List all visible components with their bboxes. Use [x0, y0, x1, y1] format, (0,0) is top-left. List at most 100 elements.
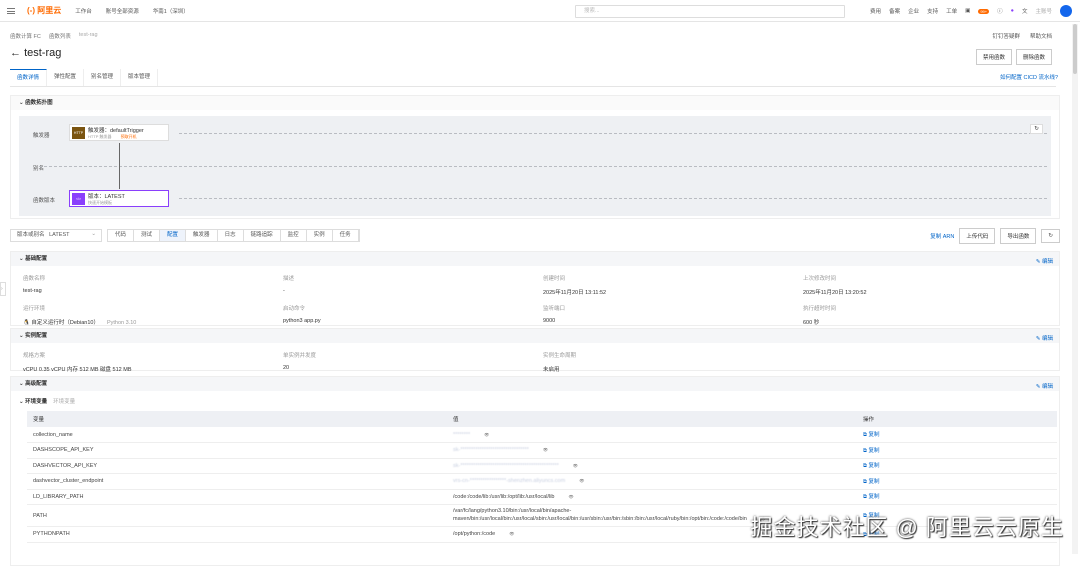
tab-aliases[interactable]: 别名管理 — [84, 69, 122, 86]
trigger-node[interactable]: HTTP 触发器：defaultTrigger HTTP 触发器 预取开机 — [69, 124, 169, 141]
subtab-test[interactable]: 测试 — [134, 230, 161, 241]
field-label: 规格方案 — [23, 353, 46, 359]
nav-enterprise[interactable]: 企业 — [908, 7, 919, 15]
http-icon: HTTP — [72, 126, 85, 139]
help-docs-link[interactable]: 帮助文档 — [1030, 32, 1052, 40]
edit-basic-button[interactable]: ✎ 编辑 — [1036, 255, 1053, 269]
scrollbar[interactable] — [1072, 24, 1078, 554]
env-key: collection_name — [27, 427, 447, 443]
refresh-button[interactable]: ↻ — [1041, 228, 1060, 243]
field-value: test-rag — [23, 288, 283, 294]
language-icon[interactable]: 文 — [1022, 7, 1028, 15]
eye-icon[interactable]: 👁 — [543, 447, 548, 452]
tab-bar: 函数详情 弹性配置 别名管理 版本管理 — [10, 69, 1056, 87]
nav-fees[interactable]: 费用 — [870, 7, 881, 15]
search-input[interactable]: 搜索... — [575, 5, 845, 18]
account-label[interactable]: 主账号 — [1035, 7, 1052, 15]
export-function-button[interactable]: 导出函数 — [1000, 227, 1037, 244]
eye-icon[interactable]: 👁 — [579, 478, 584, 483]
notification-badge[interactable]: 99+ — [978, 8, 990, 14]
instance-field-0: 规格方案 vCPU 0.35 vCPU 内存 512 MB 磁盘 512 MB — [23, 348, 283, 378]
eye-icon[interactable]: 👁 — [484, 432, 489, 437]
field-label: 监听端口 — [543, 306, 566, 312]
field-value: 600 秒 — [803, 318, 1063, 326]
basic-config-section: ⌄ 基础配置 ✎ 编辑 函数名称 test-rag 描述 - 创建时间 2025年11月20… — [10, 251, 1060, 326]
menu-icon[interactable] — [7, 7, 15, 14]
breadcrumb-current: test-rag — [78, 32, 98, 38]
copy-arn-link[interactable]: 复制 ARN — [930, 232, 954, 240]
field-value-text: 自定义运行时（Debian10） — [31, 320, 99, 326]
watermark: 掘金技术社区 @ 阿里云云原生 — [750, 515, 1064, 540]
env-key: dashvector_cluster_endpoint — [27, 473, 447, 490]
edit-instance-button[interactable]: ✎ 编辑 — [1036, 332, 1053, 346]
breadcrumb-functions[interactable]: 函数列表 — [49, 32, 71, 40]
version-alias-select[interactable]: 版本或别名 LATEST — [10, 229, 102, 242]
subtab-trigger[interactable]: 触发器 — [186, 230, 218, 241]
subtab-tracing[interactable]: 链路追踪 — [244, 230, 281, 241]
field-0: 函数名称 test-rag — [23, 271, 283, 301]
field-7: 执行超时时间 600 秒 — [803, 301, 1063, 331]
cicd-link[interactable]: 如何配置 CICD 流水线? — [1000, 73, 1058, 81]
nav-beian[interactable]: 备案 — [889, 7, 900, 15]
table-row: collection_name ******** 👁 ⧉ 复制 — [27, 427, 1057, 443]
copy-button[interactable]: ⧉ 复制 — [857, 489, 1057, 505]
subtab-instances[interactable]: 实例 — [307, 230, 333, 241]
tab-details[interactable]: 函数详情 — [10, 69, 48, 86]
subtab-tasks[interactable]: 任务 — [333, 230, 359, 241]
env-value-text: /code:/code/lib:/usr/lib:/opt/lib:/usr/l… — [453, 493, 555, 500]
instance-field-2: 实例生命周期 未启用 — [543, 348, 803, 378]
field-value-text: 9000 — [543, 318, 556, 324]
nav-ticket[interactable]: 工单 — [946, 7, 957, 15]
field-value: vCPU 0.35 vCPU 内存 512 MB 磁盘 512 MB — [23, 367, 132, 373]
help-icon[interactable]: ⓘ — [997, 7, 1003, 15]
field-label: 执行超时时间 — [803, 306, 837, 312]
copy-button[interactable]: ⧉ 复制 — [857, 442, 1057, 459]
env-value: sk-*************************************… — [447, 458, 857, 474]
tab-versions[interactable]: 版本管理 — [121, 69, 159, 86]
field-5: 启动命令 python3 app.py — [283, 301, 543, 331]
table-row: dashvector_cluster_endpoint vrs-cn-******… — [27, 473, 1057, 490]
env-value-text: ******** — [453, 431, 471, 438]
env-value: /code:/code/lib:/usr/lib:/opt/lib:/usr/l… — [447, 489, 857, 505]
table-row: DASHSCOPE_API_KEY sk-********************… — [27, 442, 1057, 459]
upload-code-button[interactable]: 上传代码 — [959, 227, 996, 244]
copy-label: 复制 — [868, 494, 880, 501]
version-name: 版本：LATEST — [88, 193, 125, 200]
back-arrow-icon[interactable]: ← — [10, 47, 21, 59]
expand-sidebar-button[interactable]: › — [0, 282, 6, 296]
breadcrumb-fc[interactable]: 函数计算 FC — [10, 32, 41, 40]
disable-function-button[interactable]: 禁用函数 — [975, 49, 1012, 65]
avatar[interactable] — [1060, 5, 1072, 17]
ai-assistant-icon[interactable]: ● — [1011, 8, 1014, 14]
subtab-config[interactable]: 配置 — [160, 230, 187, 241]
subtab-logs[interactable]: 日志 — [218, 230, 244, 241]
version-node[interactable]: </> 版本：LATEST 快速开始模板 — [69, 190, 169, 207]
delete-function-button[interactable]: 删除函数 — [1015, 49, 1052, 65]
field-3: 上次修改时间 2025年11月20日 13:20:52 — [803, 271, 1063, 301]
copy-button[interactable]: ⧉ 复制 — [857, 473, 1057, 490]
tab-scaling[interactable]: 弹性配置 — [47, 69, 85, 86]
subtab-monitor[interactable]: 监控 — [281, 230, 307, 241]
nav-support[interactable]: 支持 — [927, 7, 938, 15]
refresh-icon[interactable]: ↻ — [1030, 124, 1043, 134]
workbench-link[interactable]: 工作台 — [75, 7, 92, 15]
subtab-code[interactable]: 代码 — [108, 230, 135, 241]
env-value: ******** 👁 — [447, 427, 857, 443]
section-title: 高级配置 — [25, 381, 48, 387]
aliyun-logo[interactable]: (-) 阿里云 — [27, 5, 61, 16]
version-sub: 快速开始模板 — [88, 199, 112, 205]
eye-icon[interactable]: 👁 — [509, 531, 514, 536]
lane-version: 函数版本 — [33, 198, 56, 204]
env-vars-header[interactable]: ⌄ 环境变量 环境变量 — [11, 391, 1059, 411]
copy-button[interactable]: ⧉ 复制 — [857, 458, 1057, 474]
eye-icon[interactable]: 👁 — [573, 463, 578, 468]
dingtalk-link[interactable]: 钉钉答疑群 — [992, 32, 1020, 40]
edit-advanced-button[interactable]: ✎ 编辑 — [1036, 380, 1053, 394]
copy-button[interactable]: ⧉ 复制 — [857, 427, 1057, 443]
screen-icon[interactable]: ▣ — [965, 8, 970, 14]
resource-selector[interactable]: 账号全部资源 — [106, 7, 139, 15]
region-selector[interactable]: 华南1（深圳） — [153, 7, 189, 15]
field-value-text: python3 app.py — [283, 318, 321, 324]
eye-icon[interactable]: 👁 — [569, 494, 574, 499]
field-value-text: test-rag — [23, 288, 42, 294]
